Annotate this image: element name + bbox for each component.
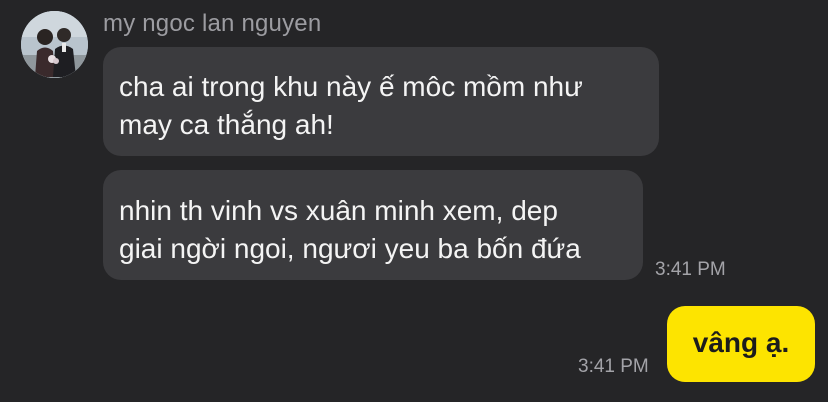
message-text-line: may ca thắng ah! [119,109,334,140]
message-text-line: cha ai trong khu này ế môc mồm như [119,71,583,102]
message-timestamp: 3:41 PM [578,356,649,377]
message-timestamp: 3:41 PM [655,259,726,280]
avatar-photo [21,11,88,78]
message-text-line: vâng ạ. [692,327,790,358]
sender-name: my ngoc lan nguyen [103,10,322,37]
message-text-line: giai ngời ngoi, ngươi yeu ba bốn đứa [119,233,581,264]
message-bubble-incoming[interactable]: nhin th vinh vs xuân minh xem, dep giai … [103,170,643,280]
avatar[interactable] [21,11,88,78]
message-bubble-outgoing[interactable]: vâng ạ. [667,306,815,382]
message-text-line: nhin th vinh vs xuân minh xem, dep [119,195,558,226]
message-bubble-incoming[interactable]: cha ai trong khu này ế môc mồm như may c… [103,47,659,156]
chat-thread: my ngoc lan nguyen cha ai trong khu này … [0,0,828,402]
